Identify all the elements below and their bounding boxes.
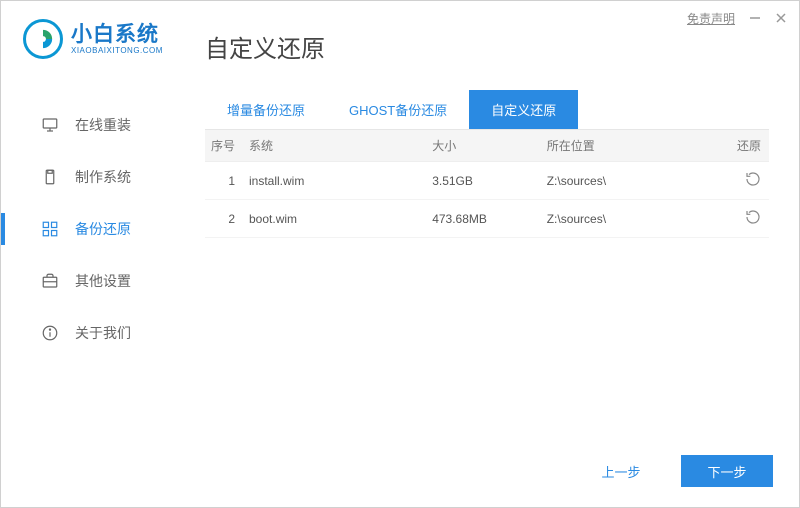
monitor-icon bbox=[41, 116, 59, 134]
page-title: 自定义还原 bbox=[205, 29, 769, 64]
brand-name: 小白系统 bbox=[71, 23, 163, 46]
sidebar: 小白系统 XIAOBAIXITONG.COM 在线重装 制作系统 bbox=[1, 1, 191, 507]
sidebar-item-make-system[interactable]: 制作系统 bbox=[1, 151, 191, 203]
header-index: 序号 bbox=[209, 137, 249, 154]
cell-index: 2 bbox=[209, 212, 249, 226]
cell-system: boot.wim bbox=[249, 212, 432, 226]
tab-ghost-backup[interactable]: GHOST备份还原 bbox=[327, 90, 469, 129]
table-header: 序号 系统 大小 所在位置 还原 bbox=[205, 130, 769, 162]
header-location: 所在位置 bbox=[547, 137, 707, 154]
logo-icon bbox=[23, 19, 63, 59]
restore-icon[interactable] bbox=[745, 209, 761, 225]
sidebar-item-about[interactable]: 关于我们 bbox=[1, 307, 191, 359]
usb-icon bbox=[41, 168, 59, 186]
cell-size: 3.51GB bbox=[432, 174, 547, 188]
tab-bar: 增量备份还原 GHOST备份还原 自定义还原 bbox=[205, 90, 769, 130]
sidebar-item-backup-restore[interactable]: 备份还原 bbox=[1, 203, 191, 255]
cell-size: 473.68MB bbox=[432, 212, 547, 226]
sidebar-item-label: 其他设置 bbox=[75, 271, 131, 291]
tab-incremental-backup[interactable]: 增量备份还原 bbox=[205, 90, 327, 129]
briefcase-icon bbox=[41, 272, 59, 290]
cell-location: Z:\sources\ bbox=[547, 212, 707, 226]
cell-system: install.wim bbox=[249, 174, 432, 188]
restore-table: 序号 系统 大小 所在位置 还原 1 install.wim 3.51GB Z:… bbox=[205, 130, 769, 238]
header-restore: 还原 bbox=[707, 137, 761, 154]
sidebar-item-label: 备份还原 bbox=[75, 219, 131, 239]
header-size: 大小 bbox=[432, 137, 547, 154]
cell-location: Z:\sources\ bbox=[547, 174, 707, 188]
sidebar-item-label: 关于我们 bbox=[75, 323, 131, 343]
table-row: 1 install.wim 3.51GB Z:\sources\ bbox=[205, 162, 769, 200]
sidebar-item-other-settings[interactable]: 其他设置 bbox=[1, 255, 191, 307]
app-logo: 小白系统 XIAOBAIXITONG.COM bbox=[1, 19, 191, 59]
tab-custom-restore[interactable]: 自定义还原 bbox=[469, 90, 578, 129]
next-button[interactable]: 下一步 bbox=[681, 455, 773, 487]
cell-index: 1 bbox=[209, 174, 249, 188]
brand-subtext: XIAOBAIXITONG.COM bbox=[71, 46, 163, 55]
grid-icon bbox=[41, 220, 59, 238]
restore-icon[interactable] bbox=[745, 171, 761, 187]
sidebar-item-online-reinstall[interactable]: 在线重装 bbox=[1, 99, 191, 151]
main-content: 自定义还原 增量备份还原 GHOST备份还原 自定义还原 序号 系统 大小 所在… bbox=[191, 1, 799, 507]
sidebar-item-label: 制作系统 bbox=[75, 167, 131, 187]
prev-button[interactable]: 上一步 bbox=[575, 455, 667, 487]
table-row: 2 boot.wim 473.68MB Z:\sources\ bbox=[205, 200, 769, 238]
sidebar-item-label: 在线重装 bbox=[75, 115, 131, 135]
header-system: 系统 bbox=[249, 137, 432, 154]
info-icon bbox=[41, 324, 59, 342]
